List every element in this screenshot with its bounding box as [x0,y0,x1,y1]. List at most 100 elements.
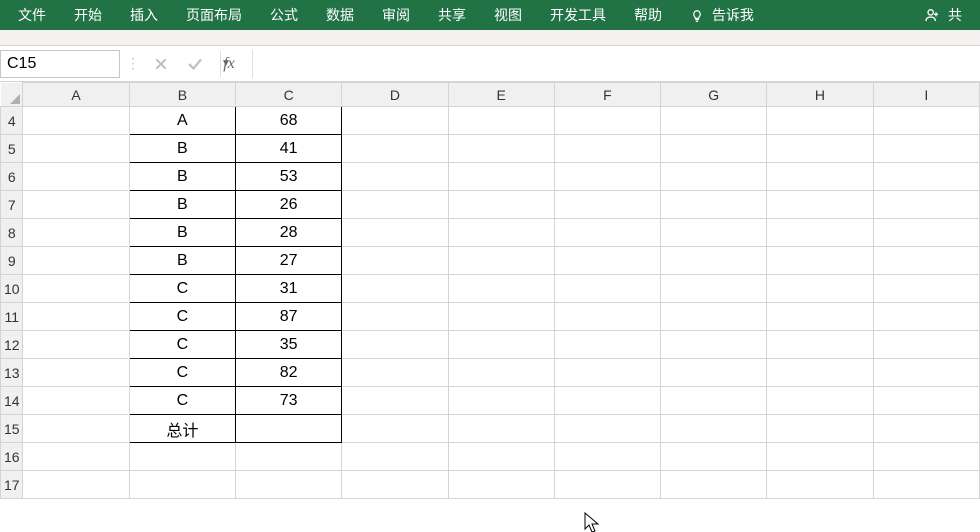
cell[interactable] [554,331,660,359]
cell[interactable] [554,191,660,219]
cell[interactable] [23,471,129,499]
cell[interactable] [342,415,448,443]
cell[interactable]: 82 [236,359,342,387]
col-header-c[interactable]: C [236,83,342,107]
cell[interactable] [23,387,129,415]
cell[interactable] [342,359,448,387]
cell[interactable]: C [129,359,235,387]
cell[interactable] [767,303,873,331]
cell[interactable]: 26 [236,191,342,219]
cell[interactable] [767,387,873,415]
cell[interactable] [873,107,979,135]
row-header[interactable]: 14 [1,387,23,415]
cell[interactable] [661,359,767,387]
cell[interactable]: A [129,107,235,135]
row-header[interactable]: 17 [1,471,23,499]
tab-insert[interactable]: 插入 [116,0,172,30]
cell[interactable] [23,219,129,247]
cell[interactable]: 53 [236,163,342,191]
cell[interactable] [236,443,342,471]
cell[interactable] [661,387,767,415]
row-header[interactable]: 10 [1,275,23,303]
cell[interactable]: 35 [236,331,342,359]
cell[interactable] [767,331,873,359]
formula-input[interactable] [252,50,980,78]
cell[interactable] [767,191,873,219]
col-header-e[interactable]: E [448,83,554,107]
row-header[interactable]: 6 [1,163,23,191]
row-header[interactable]: 4 [1,107,23,135]
tab-page-layout[interactable]: 页面布局 [172,0,256,30]
cell[interactable] [661,331,767,359]
tell-me-button[interactable]: 告诉我 [676,0,768,30]
cell[interactable] [767,219,873,247]
tab-home[interactable]: 开始 [60,0,116,30]
formula-bar-resize-handle[interactable]: ⋮ [130,50,136,78]
cell[interactable] [554,359,660,387]
cell[interactable] [23,359,129,387]
share-button[interactable]: 共 [910,0,976,30]
cell[interactable] [554,247,660,275]
cell[interactable] [767,163,873,191]
cell[interactable] [448,191,554,219]
cell[interactable] [554,303,660,331]
cell[interactable] [767,415,873,443]
col-header-g[interactable]: G [661,83,767,107]
cell[interactable] [554,107,660,135]
cell[interactable] [767,135,873,163]
row-header[interactable]: 8 [1,219,23,247]
row-header[interactable]: 12 [1,331,23,359]
cell[interactable] [661,107,767,135]
cell[interactable] [873,135,979,163]
cell[interactable] [23,415,129,443]
cell[interactable]: B [129,135,235,163]
cell[interactable] [661,415,767,443]
cell[interactable] [23,443,129,471]
tab-formulas[interactable]: 公式 [256,0,312,30]
select-all-corner[interactable] [1,83,23,107]
cell[interactable] [873,163,979,191]
cell[interactable] [554,387,660,415]
cell[interactable] [661,247,767,275]
row-header[interactable]: 15 [1,415,23,443]
cell[interactable] [873,359,979,387]
cell[interactable] [661,163,767,191]
cell[interactable] [448,107,554,135]
cell[interactable] [129,471,235,499]
cell[interactable] [342,331,448,359]
cell[interactable]: B [129,247,235,275]
cell[interactable] [448,443,554,471]
cell[interactable] [873,331,979,359]
cell[interactable] [448,331,554,359]
cell[interactable] [23,107,129,135]
cell[interactable] [661,135,767,163]
cell[interactable]: C [129,303,235,331]
cell[interactable]: B [129,191,235,219]
cell[interactable] [448,219,554,247]
cell[interactable] [448,275,554,303]
cell[interactable] [23,191,129,219]
name-box[interactable]: ▼ [0,50,120,78]
cell[interactable] [767,275,873,303]
insert-function-button[interactable]: fx [212,50,246,78]
cell[interactable]: 68 [236,107,342,135]
cell[interactable] [23,247,129,275]
cell[interactable] [342,303,448,331]
cell[interactable]: 73 [236,387,342,415]
cell[interactable] [873,303,979,331]
cell[interactable] [873,219,979,247]
cell[interactable] [448,387,554,415]
row-header[interactable]: 11 [1,303,23,331]
tab-help[interactable]: 帮助 [620,0,676,30]
spreadsheet-grid[interactable]: A B C D E F G H I 4A685B416B537B268B289B… [0,82,980,532]
cell[interactable]: C [129,387,235,415]
col-header-h[interactable]: H [767,83,873,107]
cell[interactable] [448,471,554,499]
cell[interactable] [554,219,660,247]
tab-data[interactable]: 数据 [312,0,368,30]
cell[interactable] [23,275,129,303]
tab-file[interactable]: 文件 [4,0,60,30]
row-header[interactable]: 9 [1,247,23,275]
cell[interactable]: C [129,331,235,359]
cell[interactable] [554,275,660,303]
